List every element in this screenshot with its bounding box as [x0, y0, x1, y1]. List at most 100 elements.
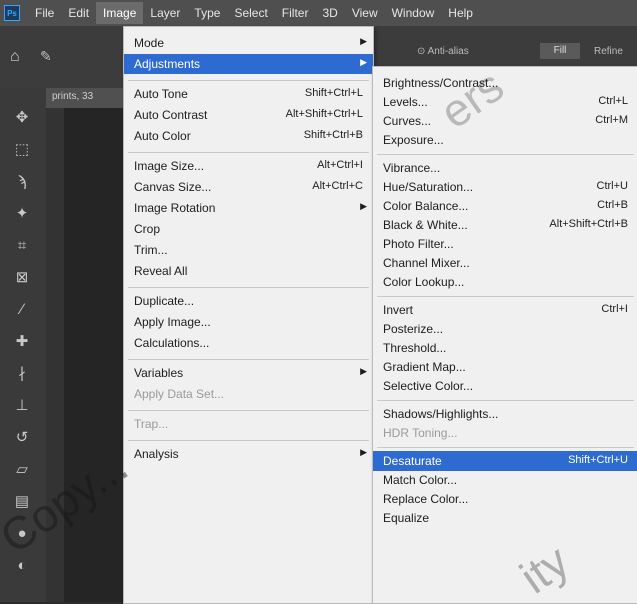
adjustments-item-shortcut: Shift+Ctrl+U [568, 454, 628, 466]
document-tab[interactable]: prints, 33 [46, 88, 123, 108]
menu-3d[interactable]: 3D [315, 2, 344, 24]
image-menu-item-adjustments[interactable]: Adjustments ▶ [124, 54, 373, 74]
gradient-icon[interactable]: ▤ [12, 492, 32, 512]
blur-icon[interactable]: ● [12, 524, 32, 544]
image-menu-item-trim[interactable]: Trim... [124, 240, 373, 260]
adjustments-item-levels[interactable]: Levels... Ctrl+L [373, 92, 637, 112]
image-menu-item-duplicate[interactable]: Duplicate... [124, 291, 373, 311]
image-menu-item-label: Apply Image... [134, 315, 211, 329]
image-menu-item-mode[interactable]: Mode ▶ [124, 33, 373, 53]
adjustments-item-shortcut: Ctrl+L [598, 95, 628, 107]
menu-layer[interactable]: Layer [143, 2, 187, 24]
image-menu-item-trap: Trap... [124, 414, 373, 434]
adjustments-item-hue-saturation[interactable]: Hue/Saturation... Ctrl+U [373, 177, 637, 197]
image-menu: Mode ▶ Adjustments ▶ Auto Tone Shift+Ctrl+L Au… [123, 26, 374, 604]
dodge-icon[interactable]: ◐ [12, 556, 32, 576]
quick-selection-tool-icon[interactable]: ✎ [40, 48, 52, 65]
image-menu-item-label: Apply Data Set... [134, 387, 225, 401]
adjustments-item-selective-color[interactable]: Selective Color... [373, 376, 637, 396]
menu-filter[interactable]: Filter [275, 2, 316, 24]
adjustments-item-vibrance[interactable]: Vibrance... [373, 158, 637, 178]
image-menu-item-label: Image Rotation [134, 201, 216, 215]
image-menu-item-auto-color[interactable]: Auto Color Shift+Ctrl+B [124, 126, 373, 146]
adjustments-item-brightness-contrast[interactable]: Brightness/Contrast... [373, 73, 637, 93]
adjustments-item-equalize[interactable]: Equalize [373, 508, 637, 528]
adjustments-item-shortcut: Ctrl+U [596, 180, 628, 192]
magic-wand-icon[interactable]: ✦ [12, 204, 32, 224]
adjustments-item-label: Match Color... [383, 473, 458, 487]
adjustments-item-black-white[interactable]: Black & White... Alt+Shift+Ctrl+B [373, 215, 637, 235]
adjustments-item-gradient-map[interactable]: Gradient Map... [373, 357, 637, 377]
move-icon[interactable]: ✥ [12, 108, 32, 128]
image-menu-item-auto-contrast[interactable]: Auto Contrast Alt+Shift+Ctrl+L [124, 105, 373, 125]
menu-type[interactable]: Type [187, 2, 227, 24]
fill-button[interactable]: Fill [540, 43, 580, 59]
image-menu-separator [128, 358, 369, 360]
menu-edit[interactable]: Edit [61, 2, 96, 24]
submenu-arrow-icon: ▶ [360, 36, 367, 46]
app-menubar: Ps File Edit Image Layer Type Select Fil… [0, 0, 637, 26]
image-menu-separator [128, 151, 369, 153]
adjustments-item-curves[interactable]: Curves... Ctrl+M [373, 111, 637, 131]
image-menu-item-apply-image[interactable]: Apply Image... [124, 312, 373, 332]
adjustments-item-photo-filter[interactable]: Photo Filter... [373, 234, 637, 254]
image-menu-item-label: Reveal All [134, 264, 188, 278]
image-menu-item-auto-tone[interactable]: Auto Tone Shift+Ctrl+L [124, 84, 373, 104]
adjustments-separator [377, 153, 634, 155]
image-menu-item-apply-data-set: Apply Data Set... [124, 384, 373, 404]
stamp-icon[interactable]: ⊥ [12, 396, 32, 416]
adjustments-item-label: Replace Color... [383, 492, 469, 506]
history-brush-icon[interactable]: ↺ [12, 428, 32, 448]
healing-icon[interactable]: ✚ [12, 332, 32, 352]
adjustments-item-label: Gradient Map... [383, 360, 466, 374]
adjustments-item-color-balance[interactable]: Color Balance... Ctrl+B [373, 196, 637, 216]
image-menu-item-shortcut: Shift+Ctrl+B [303, 129, 363, 141]
adjustments-item-posterize[interactable]: Posterize... [373, 319, 637, 339]
image-menu-item-label: Crop [134, 222, 161, 236]
adjustments-item-color-lookup[interactable]: Color Lookup... [373, 272, 637, 292]
marquee-icon[interactable]: ⬚ [12, 140, 32, 160]
adjustments-item-label: Black & White... [383, 218, 468, 232]
adjustments-item-replace-color[interactable]: Replace Color... [373, 489, 637, 509]
menu-window[interactable]: Window [385, 2, 442, 24]
image-menu-item-shortcut: Alt+Shift+Ctrl+L [285, 108, 363, 120]
image-menu-item-analysis[interactable]: Analysis ▶ [124, 444, 373, 464]
image-menu-item-reveal-all[interactable]: Reveal All [124, 261, 373, 281]
brush-icon[interactable]: ∤ [12, 364, 32, 384]
menu-image[interactable]: Image [96, 2, 144, 24]
lasso-icon[interactable]: ϡ [12, 172, 32, 192]
adjustments-item-label: Threshold... [383, 341, 447, 355]
photoshop-logo-icon: Ps [4, 5, 20, 21]
submenu-arrow-icon: ▶ [360, 57, 367, 67]
adjustments-item-match-color[interactable]: Match Color... [373, 470, 637, 490]
adjustments-item-label: Shadows/Highlights... [383, 407, 499, 421]
image-menu-item-crop[interactable]: Crop [124, 219, 373, 239]
adjustments-item-channel-mixer[interactable]: Channel Mixer... [373, 253, 637, 273]
menu-file[interactable]: File [28, 2, 61, 24]
adjustments-item-shortcut: Ctrl+I [601, 303, 628, 315]
image-menu-item-canvas-size[interactable]: Canvas Size... Alt+Ctrl+C [124, 177, 373, 197]
home-icon[interactable]: ⌂ [10, 48, 20, 66]
adjustments-item-exposure[interactable]: Exposure... [373, 130, 637, 150]
image-menu-item-image-size[interactable]: Image Size... Alt+Ctrl+I [124, 156, 373, 176]
image-menu-item-label: Trap... [134, 417, 169, 431]
anti-alias-option[interactable]: ⊙ Anti-alias [417, 46, 469, 57]
menu-help[interactable]: Help [441, 2, 480, 24]
adjustments-item-hdr-toning: HDR Toning... [373, 423, 637, 443]
adjustments-item-shadows-highlights[interactable]: Shadows/Highlights... [373, 404, 637, 424]
image-menu-item-image-rotation[interactable]: Image Rotation ▶ [124, 198, 373, 218]
menu-select[interactable]: Select [227, 2, 274, 24]
adjustments-item-label: HDR Toning... [383, 426, 458, 440]
adjustments-item-invert[interactable]: Invert Ctrl+I [373, 300, 637, 320]
frame-icon[interactable]: ⊠ [12, 268, 32, 288]
eraser-icon[interactable]: ▱ [12, 460, 32, 480]
menu-view[interactable]: View [345, 2, 385, 24]
adjustments-item-label: Curves... [383, 114, 432, 128]
crop-icon[interactable]: ⌗ [12, 236, 32, 256]
refine-option[interactable]: Refine [594, 46, 623, 57]
image-menu-item-variables[interactable]: Variables ▶ [124, 363, 373, 383]
adjustments-item-desaturate[interactable]: Desaturate Shift+Ctrl+U [373, 451, 637, 471]
adjustments-item-threshold[interactable]: Threshold... [373, 338, 637, 358]
image-menu-item-calculations[interactable]: Calculations... [124, 333, 373, 353]
eyedropper-icon[interactable]: ∕ [12, 300, 32, 320]
